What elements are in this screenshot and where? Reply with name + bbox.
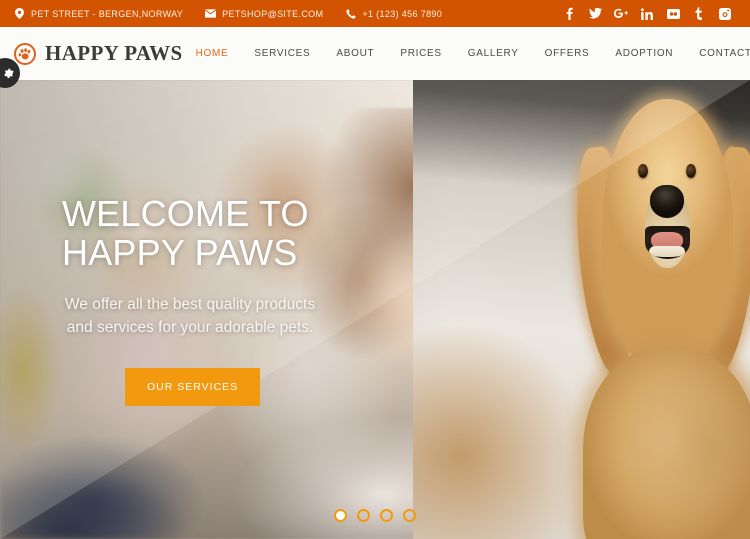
nav-item-about[interactable]: ABOUT bbox=[323, 42, 387, 65]
contact-phone-text: +1 (123) 456 7890 bbox=[362, 8, 443, 19]
hero-subtitle-line-2: and services for your adorable pets. bbox=[66, 319, 314, 337]
brand-name: HAPPY PAWS bbox=[45, 41, 183, 65]
our-services-button[interactable]: OUR SERVICES bbox=[125, 367, 261, 406]
contact-phone[interactable]: +1 (123) 456 7890 bbox=[345, 8, 442, 19]
facebook-icon[interactable] bbox=[556, 3, 582, 25]
nav-item-offers[interactable]: OFFERS bbox=[532, 42, 603, 65]
linkedin-icon[interactable] bbox=[634, 3, 660, 25]
contact-email-text: PETSHOP@SITE.COM bbox=[222, 8, 324, 19]
map-pin-icon bbox=[14, 8, 25, 19]
contact-address: PET STREET - BERGEN,NORWAY bbox=[14, 8, 183, 19]
slider-pagination bbox=[0, 509, 750, 522]
hero-title: WELCOME TO HAPPY PAWS bbox=[62, 193, 750, 273]
social-links bbox=[556, 3, 738, 25]
slider-dot-1[interactable] bbox=[334, 509, 347, 522]
hero-title-line-2: HAPPY PAWS bbox=[62, 231, 298, 273]
hero-content: WELCOME TO HAPPY PAWS We offer all the b… bbox=[0, 80, 750, 539]
instagram-icon[interactable] bbox=[712, 3, 738, 25]
paw-print-icon bbox=[14, 42, 36, 65]
site-header: HAPPY PAWS HOME SERVICES ABOUT PRICES GA… bbox=[0, 27, 750, 80]
slider-dot-4[interactable] bbox=[403, 509, 416, 522]
nav-item-home[interactable]: HOME bbox=[183, 42, 242, 65]
slider-dot-2[interactable] bbox=[357, 509, 370, 522]
google-plus-icon[interactable] bbox=[608, 3, 634, 25]
contact-info-group: PET STREET - BERGEN,NORWAY PETSHOP@SITE.… bbox=[14, 8, 464, 19]
envelope-icon bbox=[205, 8, 217, 19]
nav-item-gallery[interactable]: GALLERY bbox=[455, 42, 532, 65]
hero-slider: WELCOME TO HAPPY PAWS We offer all the b… bbox=[0, 80, 750, 539]
nav-item-contact[interactable]: CONTACT bbox=[686, 42, 750, 65]
twitter-icon[interactable] bbox=[582, 3, 608, 25]
main-navigation: HOME SERVICES ABOUT PRICES GALLERY OFFER… bbox=[183, 42, 750, 65]
tumblr-icon[interactable] bbox=[686, 3, 712, 25]
contact-email[interactable]: PETSHOP@SITE.COM bbox=[205, 8, 323, 19]
nav-item-prices[interactable]: PRICES bbox=[387, 42, 454, 65]
hero-title-line-1: WELCOME TO bbox=[62, 193, 309, 235]
slider-dot-3[interactable] bbox=[380, 509, 393, 522]
hero-subtitle: We offer all the best quality products a… bbox=[40, 293, 340, 340]
phone-icon bbox=[345, 8, 356, 19]
top-contact-bar: PET STREET - BERGEN,NORWAY PETSHOP@SITE.… bbox=[0, 0, 750, 27]
contact-address-text: PET STREET - BERGEN,NORWAY bbox=[31, 8, 184, 19]
nav-item-adoption[interactable]: ADOPTION bbox=[602, 42, 686, 65]
gear-icon bbox=[0, 67, 14, 80]
nav-item-services[interactable]: SERVICES bbox=[241, 42, 323, 65]
brand-logo[interactable]: HAPPY PAWS bbox=[14, 41, 183, 66]
hero-subtitle-line-1: We offer all the best quality products bbox=[64, 295, 316, 313]
flickr-icon[interactable] bbox=[660, 3, 686, 25]
page-root: PET STREET - BERGEN,NORWAY PETSHOP@SITE.… bbox=[0, 0, 750, 539]
